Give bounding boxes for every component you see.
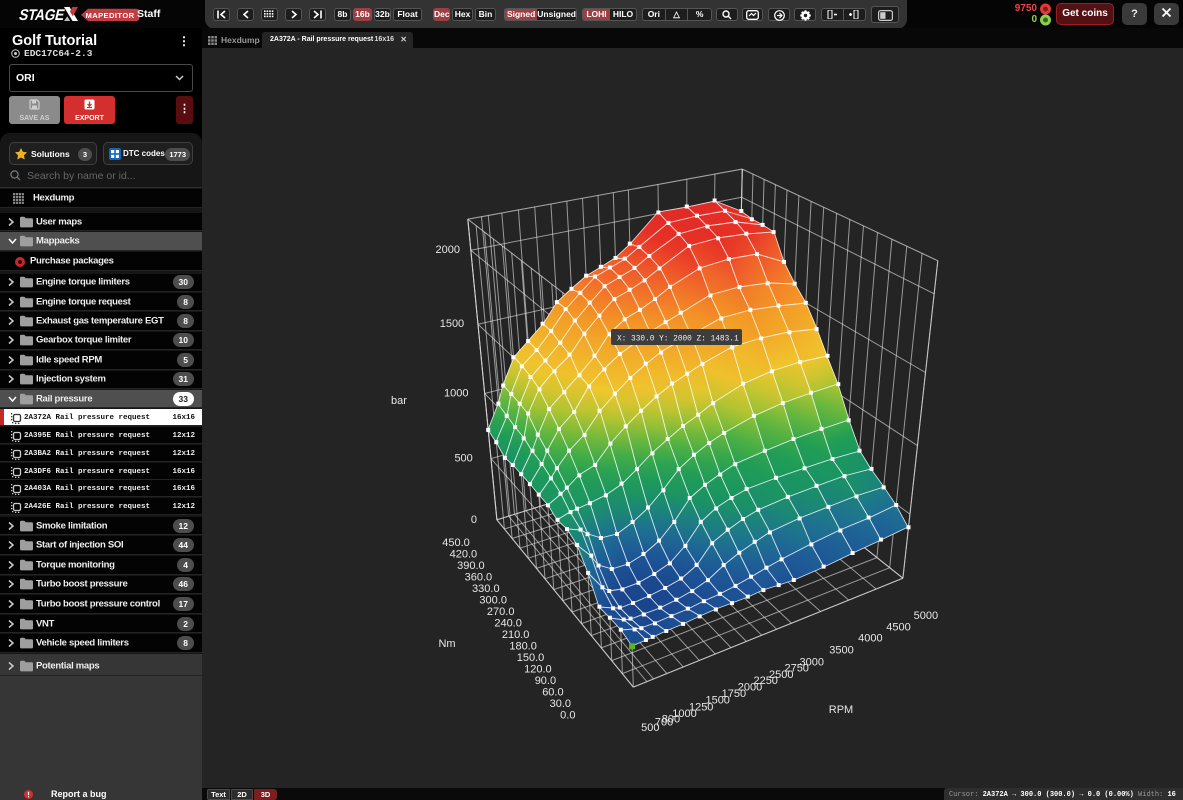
svg-text:X: 330.0 Y: 2000 Z: 1483.1: X: 330.0 Y: 2000 Z: 1483.1	[617, 336, 739, 344]
svg-text:RPM: RPM	[829, 704, 853, 716]
svg-text:120.0: 120.0	[524, 664, 552, 676]
svg-text:4500: 4500	[886, 621, 910, 633]
svg-text:0: 0	[471, 514, 477, 526]
svg-text:1500: 1500	[440, 318, 464, 330]
svg-text:2000: 2000	[436, 244, 460, 256]
svg-text:90.0: 90.0	[535, 675, 556, 687]
svg-text:30.0: 30.0	[550, 698, 571, 710]
svg-text:240.0: 240.0	[494, 618, 522, 630]
svg-text:Nm: Nm	[438, 638, 455, 650]
svg-text:MAPEDITOR: MAPEDITOR	[85, 11, 134, 20]
svg-text:STAGE: STAGE	[17, 7, 66, 24]
svg-text:210.0: 210.0	[502, 629, 530, 641]
svg-text:500: 500	[454, 453, 472, 465]
svg-text:330.0: 330.0	[472, 583, 500, 595]
svg-text:360.0: 360.0	[465, 572, 493, 584]
svg-text:4000: 4000	[858, 633, 882, 645]
svg-text:300.0: 300.0	[479, 595, 507, 607]
svg-text:0.0: 0.0	[560, 710, 575, 722]
svg-text:3500: 3500	[829, 645, 853, 657]
svg-text:180.0: 180.0	[509, 641, 537, 653]
svg-text:3000: 3000	[800, 657, 824, 669]
svg-text:450.0: 450.0	[442, 537, 470, 549]
svg-text:390.0: 390.0	[457, 560, 485, 572]
svg-text:150.0: 150.0	[517, 652, 545, 664]
svg-text:420.0: 420.0	[450, 549, 478, 561]
svg-text:bar: bar	[391, 395, 407, 407]
svg-text:270.0: 270.0	[487, 606, 515, 618]
svg-text:1000: 1000	[444, 388, 468, 400]
svg-text:5000: 5000	[914, 610, 938, 622]
svg-text:60.0: 60.0	[542, 687, 563, 699]
